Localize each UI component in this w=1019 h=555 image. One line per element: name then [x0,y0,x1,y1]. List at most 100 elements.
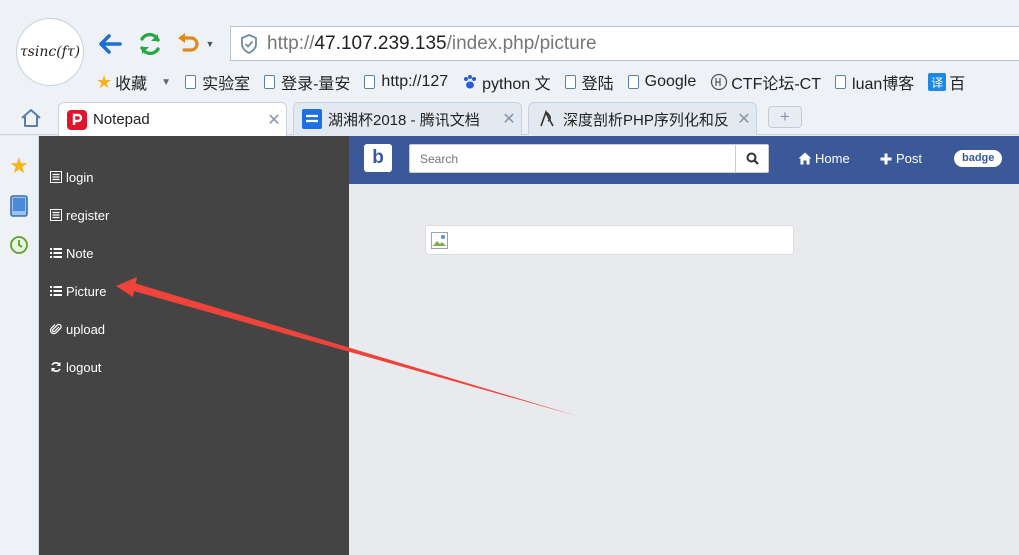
url-scheme: http:// [267,32,315,54]
bookmark-item[interactable]: python 文 [462,70,551,94]
nav-home-label: Home [815,151,850,166]
shield-icon [231,27,267,60]
sidebar-item-login[interactable]: login [39,158,349,196]
page-icon [564,75,576,89]
page-sidebar: login register Note Picture upload logou… [39,136,349,555]
browser-chrome: τsinc(fτ) ▼ http:// 47.107.239.135 /inde… [0,0,1019,136]
bookmark-item[interactable]: http://127 [364,73,448,91]
bookmark-label: Google [644,73,697,90]
plus-icon [879,152,893,166]
bookmark-item[interactable]: 登录-量安 [264,70,350,94]
bookmark-label: http://127 [381,73,449,90]
sidebar-item-label: register [66,207,110,223]
sidebar-item-label: logout [66,359,102,375]
bookmark-label: CTF论坛-CT [731,76,822,93]
notepad-favicon-icon [67,109,87,130]
bookmark-item[interactable]: Google [627,73,697,91]
bookmark-item[interactable]: 实验室 [185,70,250,94]
history-clock-icon[interactable] [7,233,31,257]
sidebar-item-picture[interactable]: Picture [39,272,349,310]
undo-dropdown-caret-icon[interactable]: ▼ [203,30,217,58]
search-input[interactable] [410,145,735,172]
list-alt-icon [50,171,62,183]
bookmark-label: 实验室 [202,76,251,93]
close-icon[interactable]: ✕ [497,109,521,129]
bookmark-label: 百 [949,76,966,93]
tab-title: Notepad [93,111,150,128]
sidebar-item-logout[interactable]: logout [39,348,349,386]
favorites-star-icon[interactable]: ★ [7,153,31,178]
nav-home-link[interactable]: Home [798,151,850,166]
article-favicon-icon [537,109,557,129]
bookmark-label: 收藏 [115,76,148,93]
bookmark-favorites[interactable]: ★ 收藏 ▼ [96,70,171,94]
sidebar-item-label: Note [66,245,94,261]
undo-icon [178,33,199,52]
close-icon[interactable]: ✕ [732,109,756,129]
tab-strip: Notepad ✕ 湖湘杯2018 - 腾讯文档 ✕ 深度剖析PHP序列化和反 … [0,100,1019,136]
star-icon: ★ [96,71,113,92]
search-icon [746,152,759,165]
page-icon [264,75,276,89]
url-host: 47.107.239.135 [314,32,447,54]
bookmark-label: luan博客 [852,76,915,93]
nav-post-link[interactable]: Post [879,151,922,166]
url-path: /index.php/picture [446,32,597,54]
home-button[interactable] [16,105,46,131]
bookmarks-bar: ★ 收藏 ▼ 实验室 登录-量安 http://127 python 文 登陆 … [96,68,979,96]
paw-icon [464,75,477,89]
close-icon[interactable]: ✕ [262,110,286,130]
list-alt-icon [50,209,62,221]
page-navbar: b Home Post badge [349,136,1019,184]
refresh-button[interactable] [136,30,164,58]
page-icon [835,75,847,89]
refresh-icon [140,32,160,56]
page-icon [185,75,197,89]
sidebar-item-upload[interactable]: upload [39,310,349,348]
tab-title: 湖湘杯2018 - 腾讯文档 [328,111,480,129]
bookmark-item[interactable]: 译百 [928,70,965,94]
search-form [409,144,769,173]
address-bar[interactable]: http:// 47.107.239.135 /index.php/pictur… [230,26,1019,61]
browser-side-strip: ★ [0,136,39,555]
ctf-icon [711,73,728,91]
nav-post-label: Post [896,151,923,166]
sidebar-item-label: login [66,169,94,185]
sidebar-item-note[interactable]: Note [39,234,349,272]
refresh-icon [50,361,62,373]
list-icon [50,247,62,259]
search-button[interactable] [735,145,768,172]
tablet-icon[interactable] [7,194,31,218]
paperclip-icon [50,323,62,335]
broken-image-icon [431,232,448,249]
bookmark-label: 登录-量安 [281,76,351,93]
picture-frame [425,225,794,255]
browser-avatar[interactable]: τsinc(fτ) [16,18,84,86]
bookmark-label: 登陆 [581,76,614,93]
arrow-left-icon [99,34,122,54]
home-icon [21,109,41,127]
list-icon [50,285,62,297]
undo-close-tab-button[interactable] [174,30,202,58]
sidebar-item-label: upload [66,321,106,337]
back-button[interactable] [96,30,124,58]
tab-title: 深度剖析PHP序列化和反 [563,111,729,129]
tab-article[interactable]: 深度剖析PHP序列化和反 ✕ [528,102,757,135]
bookmark-item[interactable]: CTF论坛-CT [710,70,821,94]
bookmark-item[interactable]: 登陆 [564,70,614,94]
page-icon [627,75,639,89]
bookmark-label: python 文 [482,76,551,93]
sidebar-item-label: Picture [66,283,107,299]
chevron-down-icon[interactable]: ▼ [161,77,171,88]
page-icon [364,75,376,89]
docs-favicon-icon [302,109,322,129]
tab-docs[interactable]: 湖湘杯2018 - 腾讯文档 ✕ [293,102,522,135]
bookmark-item[interactable]: luan博客 [835,70,914,94]
tab-notepad[interactable]: Notepad ✕ [58,102,287,136]
new-tab-button[interactable]: + [768,106,802,128]
home-icon [798,152,812,166]
nav-badge[interactable]: badge [954,150,1003,167]
sidebar-item-register[interactable]: register [39,196,349,234]
translate-icon: 译 [928,73,947,91]
brand-logo[interactable]: b [364,144,392,172]
